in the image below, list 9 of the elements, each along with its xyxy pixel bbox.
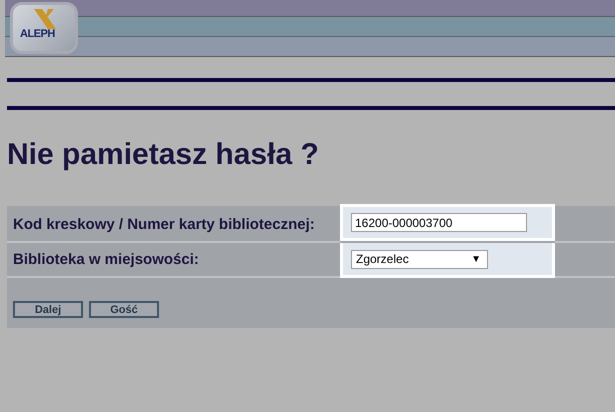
form-button[interactable]: Gość bbox=[89, 301, 159, 318]
field-label: Biblioteka w miejsowości: bbox=[7, 243, 340, 278]
library-select[interactable]: Zgorzelec ▼ bbox=[351, 250, 488, 268]
logo-text: ALEPH bbox=[20, 28, 55, 40]
emblem-icon bbox=[34, 9, 56, 29]
card-number-input[interactable]: 16200-000003700 bbox=[351, 213, 527, 232]
form-button[interactable]: Dalej bbox=[13, 301, 83, 318]
page-title: Nie pamietasz hasła ? bbox=[7, 138, 320, 172]
field-label: Kod kreskowy / Numer karty bibliotecznej: bbox=[7, 208, 340, 243]
